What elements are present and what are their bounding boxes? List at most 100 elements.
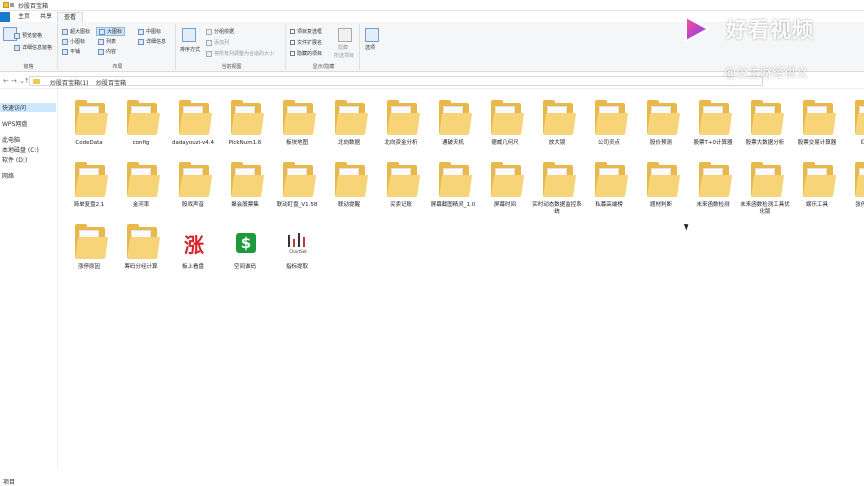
folder-item[interactable]: 娱乐工具: [792, 157, 842, 217]
breadcrumb-item[interactable]: 炒股百宝箱(1): [50, 78, 89, 87]
folder-icon: [387, 162, 421, 197]
preview-pane-icon: [14, 32, 20, 39]
file-name-label: 题材判断: [649, 202, 672, 208]
folder-icon: [335, 100, 369, 135]
folder-item[interactable]: 未来函数检测工具优化版: [740, 157, 790, 217]
sort-button[interactable]: 排序方式: [180, 46, 200, 53]
show-hide-group: 项目复选框 文件扩展名 隐藏的项目 隐藏 所选项目 显示/隐藏: [288, 24, 360, 70]
preview-pane-button[interactable]: 预览窗格: [14, 32, 42, 39]
sidebar-item-wps-cloud[interactable]: WPS网盘: [2, 119, 27, 128]
layout-medium-icons[interactable]: 中图标: [138, 28, 161, 35]
folder-item[interactable]: 股票大数据分析: [740, 95, 790, 155]
layout-content[interactable]: 内容: [98, 48, 116, 55]
panes-group-label: 窗格: [23, 64, 34, 70]
file-item[interactable]: 涨板上看盘: [168, 219, 218, 279]
preview-pane-label: 预览窗格: [22, 33, 43, 39]
address-box[interactable]: 炒股百宝箱(1) 炒股百宝箱: [29, 76, 763, 87]
checkbox: [290, 51, 295, 56]
file-extensions-toggle[interactable]: 文件扩展名: [290, 39, 322, 46]
folder-item[interactable]: 聚会股票集: [220, 157, 270, 217]
hidden-items-toggle[interactable]: 隐藏的项目: [290, 50, 322, 57]
dropdown-icon[interactable]: [10, 3, 14, 7]
tab-view[interactable]: 查看: [57, 12, 84, 22]
folder-item[interactable]: 联动盯盘_V1.58: [272, 157, 322, 217]
layout-small-icons[interactable]: 小图标: [62, 38, 85, 45]
layout-list[interactable]: 列表: [98, 38, 116, 45]
folder-item[interactable]: 股价预测: [636, 95, 686, 155]
file-name-label: 涨停原因: [77, 264, 100, 270]
hide-selected-icon[interactable]: [338, 28, 352, 42]
folder-icon: [647, 100, 681, 135]
file-name-label: 联动盯盘_V1.58: [276, 202, 318, 208]
folder-item[interactable]: 股票T+0计算器: [688, 95, 738, 155]
sidebar-item-drive-c[interactable]: 本地磁盘 (C:): [2, 145, 39, 154]
folder-item[interactable]: 屏幕截图精灵_1.0: [428, 157, 478, 217]
tab-file[interactable]: [0, 12, 10, 22]
layout-details[interactable]: 详细信息: [138, 38, 166, 45]
folder-icon: [803, 100, 837, 135]
sidebar-item-quick-access[interactable]: 快速访问: [0, 103, 56, 112]
folder-item[interactable]: 放大镜: [532, 95, 582, 155]
folder-item[interactable]: 涨停原因: [64, 219, 114, 279]
layout-large-icons[interactable]: 大图标: [96, 27, 126, 36]
file-name-label: 股票T+0计算器: [693, 140, 733, 146]
file-extensions-label: 文件扩展名: [297, 40, 323, 46]
folder-icon: [803, 162, 837, 197]
folder-item[interactable]: config: [116, 95, 166, 155]
file-item[interactable]: ChartSet 指标提取: [272, 219, 322, 279]
folder-item[interactable]: 金河率: [116, 157, 166, 217]
back-icon[interactable]: ←: [3, 77, 9, 85]
folder-item[interactable]: 简单复盘2.1: [64, 157, 114, 217]
details-icon: [138, 38, 144, 45]
folder-item[interactable]: 通破天机: [428, 95, 478, 155]
folder-item[interactable]: 板块地图: [272, 95, 322, 155]
folder-item[interactable]: 股戏声音: [168, 157, 218, 217]
folder-item[interactable]: 屏幕时间: [480, 157, 530, 217]
folder-icon: [75, 224, 109, 259]
folder-item[interactable]: 北向资金分析: [376, 95, 426, 155]
folder-item[interactable]: 红绿数: [844, 95, 864, 155]
item-checkboxes-toggle[interactable]: 项目复选框: [290, 28, 322, 35]
folder-item[interactable]: 未来函数检测: [688, 157, 738, 217]
file-name-label: 未来函数检测工具优化版: [740, 202, 790, 215]
folder-item[interactable]: 联动提醒: [324, 157, 374, 217]
folder-item[interactable]: 德威几何尺: [480, 95, 530, 155]
file-name-label: 买卖记账: [389, 202, 412, 208]
add-column-button[interactable]: 添加列: [206, 39, 229, 46]
folder-item[interactable]: 筹码分经计算: [116, 219, 166, 279]
hide-selected-button[interactable]: 隐藏: [338, 44, 348, 51]
folder-icon: [3, 2, 9, 8]
sidebar-item-this-pc[interactable]: 此电脑: [2, 135, 20, 144]
breadcrumb-item[interactable]: 炒股百宝箱: [96, 78, 126, 87]
file-name-label: 屏幕时间: [493, 202, 516, 208]
folder-item[interactable]: 题材判断: [636, 157, 686, 217]
group-by-button[interactable]: 分组依据: [206, 28, 234, 35]
layout-tiles[interactable]: 平铺: [62, 48, 80, 55]
tab-share[interactable]: 共享: [34, 12, 58, 22]
options-icon[interactable]: [365, 28, 379, 42]
layout-extra-large-icons[interactable]: 超大图标: [62, 28, 90, 35]
sort-icon[interactable]: [182, 28, 196, 42]
folder-item[interactable]: 股票交易计算器: [792, 95, 842, 155]
forward-icon[interactable]: →: [11, 77, 17, 85]
folder-item[interactable]: CodeData: [64, 95, 114, 155]
file-item[interactable]: $ 空间谁码: [220, 219, 270, 279]
folder-item[interactable]: dadayouzi-v4.4: [168, 95, 218, 155]
folder-item[interactable]: 私募高端榜: [584, 157, 634, 217]
folder-icon: [283, 100, 317, 135]
folder-item[interactable]: 张停辅助工: [844, 157, 864, 217]
sidebar-item-drive-d[interactable]: 软件 (D:): [2, 155, 27, 164]
folder-item[interactable]: PickNum1.6: [220, 95, 270, 155]
tab-home[interactable]: 主页: [12, 12, 36, 22]
add-column-label: 添加列: [214, 40, 230, 46]
options-button[interactable]: 选项: [365, 44, 375, 51]
folder-item[interactable]: 北向数据: [324, 95, 374, 155]
details-pane-button[interactable]: 详细信息窗格: [14, 44, 52, 51]
quick-access-toolbar[interactable]: [3, 1, 15, 9]
folder-icon: [439, 100, 473, 135]
folder-item[interactable]: 公司灵点: [584, 95, 634, 155]
folder-item[interactable]: 实时动态数据监控系统: [532, 157, 582, 217]
fit-columns-button[interactable]: 将所有列调整为合适的大小: [206, 50, 274, 57]
sidebar-item-network[interactable]: 网络: [2, 171, 14, 180]
folder-item[interactable]: 买卖记账: [376, 157, 426, 217]
